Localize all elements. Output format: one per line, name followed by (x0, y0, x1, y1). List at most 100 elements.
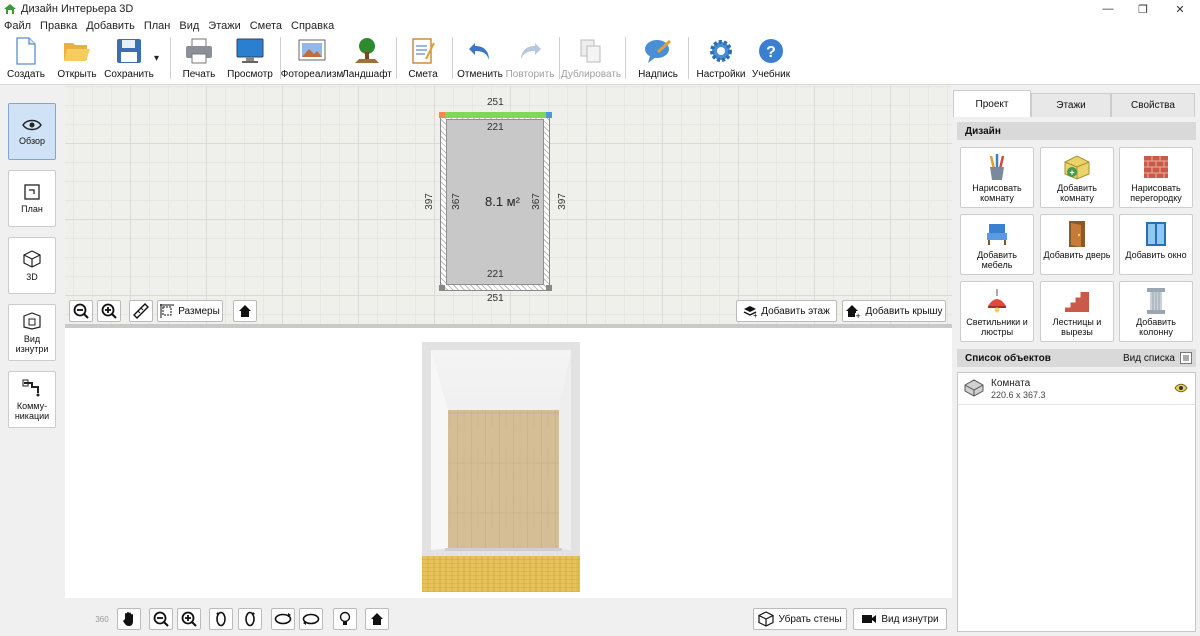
add-floor-button[interactable]: + Добавить этаж (736, 300, 837, 322)
menu-bar: Файл Правка Добавить План Вид Этажи Смет… (0, 18, 1200, 33)
stairs-button[interactable]: Лестницы и вырезы (1040, 281, 1114, 342)
dim-right-inner: 367 (530, 193, 542, 210)
lighting-button[interactable] (333, 608, 357, 630)
objects-list: Комната 220.6 x 367.3 (957, 372, 1196, 632)
preview-button[interactable]: Просмотр (227, 37, 273, 83)
3d-view-canvas[interactable] (65, 328, 952, 598)
menu-add[interactable]: Добавить (86, 20, 135, 32)
3d-zoom-out-button[interactable] (149, 608, 173, 630)
pan-button[interactable] (117, 608, 141, 630)
right-panel-tabs: Проект Этажи Свойства (953, 90, 1200, 117)
menu-estimate[interactable]: Смета (250, 20, 282, 32)
undo-button[interactable]: Отменить (457, 37, 503, 83)
zoom-in-button[interactable] (97, 300, 121, 322)
copy-icon (577, 37, 605, 65)
rotate-right-button[interactable] (238, 608, 262, 630)
notepad-icon (409, 37, 437, 65)
main-toolbar: Создать Открыть Сохранить ▾ Печать Просм… (0, 33, 1200, 85)
tilt-down-icon (302, 613, 320, 625)
plan-mode-button[interactable]: План (8, 170, 56, 227)
inside-view-button[interactable]: Вид изнутри (853, 608, 947, 630)
add-roof-button[interactable]: + Добавить крышу (842, 300, 946, 322)
menu-floors[interactable]: Этажи (208, 20, 240, 32)
close-button[interactable]: ✕ (1162, 0, 1198, 18)
duplicate-button[interactable]: Дублировать (561, 37, 621, 83)
toolbar-separator (170, 37, 171, 79)
column-icon (1147, 288, 1165, 314)
printer-icon (185, 37, 213, 65)
add-room-button[interactable]: + Добавить комнату (1040, 147, 1114, 208)
add-furniture-button[interactable]: Добавить мебель (960, 214, 1034, 275)
add-window-button[interactable]: Добавить окно (1119, 214, 1193, 275)
open-button[interactable]: Открыть (57, 37, 97, 83)
tilt-up-button[interactable] (271, 608, 295, 630)
ruler-button[interactable] (129, 300, 153, 322)
add-column-button[interactable]: Добавить колонну (1119, 281, 1193, 342)
selected-wall[interactable] (443, 112, 547, 118)
draw-room-button[interactable]: Нарисовать комнату (960, 147, 1034, 208)
visibility-eye-icon[interactable] (1174, 383, 1188, 393)
inside-view-mode-button[interactable]: Вид изнутри (8, 304, 56, 361)
dimensions-button[interactable]: Размеры (157, 300, 223, 322)
landscape-button[interactable]: Ландшафт (342, 37, 392, 83)
save-dropdown-arrow[interactable]: ▾ (154, 53, 159, 64)
tilt-down-button[interactable] (299, 608, 323, 630)
light-bulb-icon (339, 611, 351, 625)
dim-top-inner: 221 (487, 122, 504, 133)
floppy-disk-icon (115, 37, 143, 65)
menu-help[interactable]: Справка (291, 20, 334, 32)
rotate-360-button[interactable]: 360 (91, 608, 113, 630)
label-button[interactable]: Надпись (638, 37, 678, 83)
tutorial-button[interactable]: ? Учебник (752, 37, 790, 83)
dimensions-icon (160, 304, 175, 318)
create-button[interactable]: Создать (7, 37, 45, 83)
dim-left-inner: 367 (450, 193, 462, 210)
toolbar-separator (452, 37, 453, 79)
menu-file[interactable]: Файл (4, 20, 31, 32)
estimate-button[interactable]: Смета (408, 37, 438, 83)
overview-mode-button[interactable]: Обзор (8, 103, 56, 160)
redo-button[interactable]: Повторить (506, 37, 554, 83)
wall-corner-handle[interactable] (439, 112, 445, 118)
wall-corner-handle[interactable] (546, 112, 552, 118)
minimize-button[interactable]: — (1090, 0, 1126, 18)
save-button[interactable]: Сохранить (104, 37, 154, 83)
3d-home-button[interactable] (365, 608, 389, 630)
tab-properties[interactable]: Свойства (1111, 93, 1195, 117)
utilities-mode-button[interactable]: Комму-никации (8, 371, 56, 428)
wall-corner-handle[interactable] (546, 285, 552, 291)
eye-icon (22, 119, 42, 130)
zoom-out-icon (73, 303, 89, 319)
lights-button[interactable]: Светильники и люстры (960, 281, 1034, 342)
3d-toolbar: 360 Убрать стены Вид изнутри (65, 598, 952, 636)
tab-floors[interactable]: Этажи (1031, 93, 1111, 117)
add-door-button[interactable]: Добавить дверь (1040, 214, 1114, 275)
floor-plan-canvas[interactable]: 251 221 221 251 397 367 367 397 8.1 м² Р… (65, 86, 952, 324)
home-button[interactable] (233, 300, 257, 322)
menu-plan[interactable]: План (144, 20, 171, 32)
photorealism-button[interactable]: Фотореализм (281, 37, 343, 83)
settings-button[interactable]: Настройки (696, 37, 746, 83)
remove-walls-button[interactable]: Убрать стены (753, 608, 847, 630)
rotate-left-button[interactable] (209, 608, 233, 630)
menu-edit[interactable]: Правка (40, 20, 77, 32)
menu-view[interactable]: Вид (179, 20, 199, 32)
list-view-toggle[interactable]: Вид списка (1123, 352, 1192, 364)
print-button[interactable]: Печать (182, 37, 216, 83)
3d-zoom-in-button[interactable] (177, 608, 201, 630)
undo-arrow-icon (466, 37, 494, 65)
view-mode-panel: Обзор План 3D Вид изнутри Комму-никации (0, 86, 63, 636)
3d-mode-button[interactable]: 3D (8, 237, 56, 294)
rotate-right-icon (245, 611, 255, 627)
wall-corner-handle[interactable] (439, 285, 445, 291)
zoom-out-button[interactable] (69, 300, 93, 322)
home-icon (371, 613, 383, 625)
monitor-icon (236, 37, 264, 65)
objects-header-label: Список объектов (965, 352, 1051, 364)
folder-icon (63, 37, 91, 65)
list-item[interactable]: Комната 220.6 x 367.3 (958, 373, 1195, 405)
redo-arrow-icon (516, 37, 544, 65)
maximize-button[interactable]: ❐ (1125, 0, 1161, 18)
tab-project[interactable]: Проект (953, 90, 1031, 117)
draw-partition-button[interactable]: Нарисовать перегородку (1119, 147, 1193, 208)
